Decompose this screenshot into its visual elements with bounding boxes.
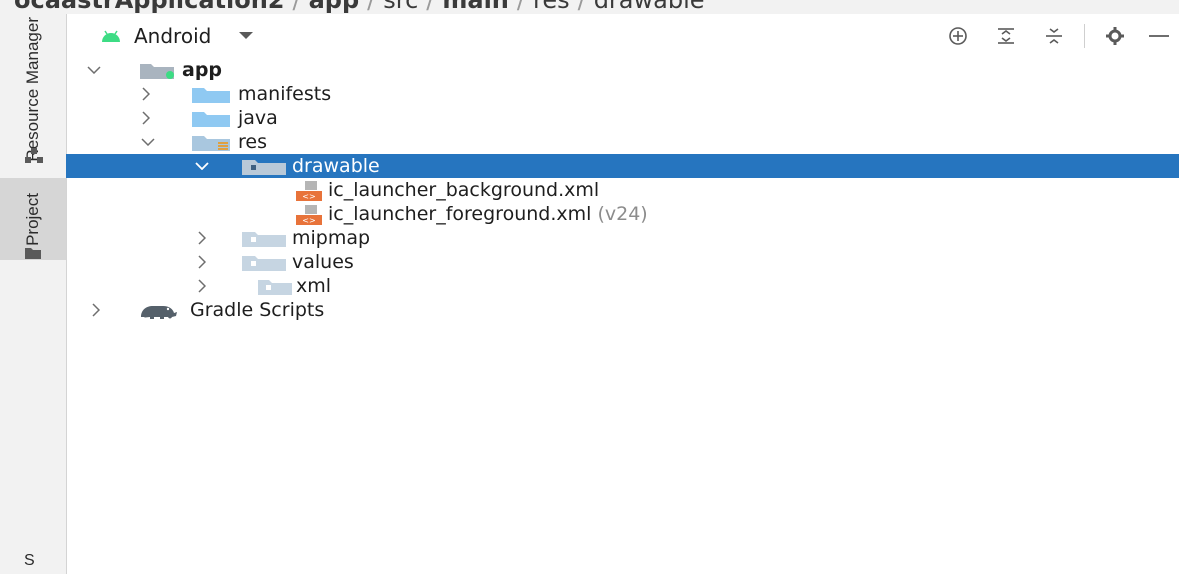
gear-icon: [1106, 27, 1124, 45]
view-selector-label: Android: [134, 24, 212, 48]
tree-node-gradle-scripts[interactable]: Gradle Scripts: [66, 298, 1179, 322]
tree-node-manifests[interactable]: manifests: [66, 82, 1179, 106]
expand-all-icon: [998, 28, 1014, 44]
tree-node-drawable[interactable]: drawable: [66, 154, 1179, 178]
resource-folder-icon: [192, 136, 230, 151]
chevron-right-icon[interactable]: [194, 226, 210, 250]
tool-window-strip: Resource Manager Project: [0, 14, 67, 574]
folder-icon: [242, 160, 286, 175]
folder-icon: [258, 280, 292, 295]
chevron-right-icon[interactable]: [138, 82, 154, 106]
file-name: ic_launcher_foreground.xml: [328, 203, 592, 225]
tree-node-app[interactable]: app: [66, 58, 1179, 82]
select-opened-file-button[interactable]: [934, 14, 982, 58]
tree-node-xml[interactable]: xml: [66, 274, 1179, 298]
hide-button[interactable]: [1139, 14, 1179, 58]
folder-icon: [242, 256, 286, 271]
folder-icon: [242, 232, 286, 247]
xml-file-icon: <>: [296, 181, 322, 201]
tree-label-manifests: manifests: [238, 83, 332, 105]
breadcrumb-app[interactable]: app: [309, 0, 360, 14]
chevron-down-icon[interactable]: [86, 58, 102, 82]
gradle-elephant-icon: [141, 306, 177, 319]
tree-label-values: values: [292, 251, 354, 273]
bottom-tool-tab[interactable]: S: [24, 552, 35, 570]
resource-manager-tab[interactable]: Resource Manager: [0, 17, 66, 162]
breadcrumb-src[interactable]: src: [383, 0, 418, 14]
tree-label-app: app: [182, 59, 223, 81]
xml-file-icon: <>: [296, 205, 322, 225]
tree-label-gradle-scripts: Gradle Scripts: [190, 299, 325, 321]
expand-all-button[interactable]: [982, 14, 1030, 58]
tree-node-res[interactable]: res: [66, 130, 1179, 154]
project-label: Project: [23, 192, 42, 246]
options-button[interactable]: [1091, 14, 1139, 58]
folder-icon: [192, 88, 230, 103]
tree-label-java: java: [238, 107, 278, 129]
tree-node-values[interactable]: values: [66, 250, 1179, 274]
project-tree: app manifests java res drawable <> ic_la…: [66, 58, 1179, 322]
collapse-all-button[interactable]: [1030, 14, 1078, 58]
collapse-all-icon: [1046, 28, 1062, 44]
folder-icon: [192, 112, 230, 127]
tree-label-xml: xml: [296, 275, 332, 297]
tree-label-res: res: [238, 131, 267, 153]
breadcrumb-drawable[interactable]: drawable: [594, 0, 705, 14]
tree-label-drawable: drawable: [292, 155, 380, 177]
tree-node-java[interactable]: java: [66, 106, 1179, 130]
breadcrumb-res[interactable]: res: [533, 0, 570, 14]
resource-manager-label: Resource Manager: [23, 16, 42, 162]
tree-node-file[interactable]: <> ic_launcher_background.xml: [66, 178, 1179, 202]
module-folder-icon: [140, 64, 174, 79]
chevron-right-icon[interactable]: [138, 106, 154, 130]
tree-node-mipmap[interactable]: mipmap: [66, 226, 1179, 250]
project-folder-icon: [25, 248, 41, 259]
minimize-icon: [1149, 35, 1169, 37]
tree-label-file: ic_launcher_foreground.xml (v24): [328, 202, 648, 226]
resource-manager-icon: [25, 148, 43, 163]
breadcrumb-project[interactable]: ocaastrApplication2: [14, 0, 284, 14]
tree-label-mipmap: mipmap: [292, 227, 371, 249]
chevron-down-icon[interactable]: [194, 154, 210, 178]
chevron-right-icon[interactable]: [194, 274, 210, 298]
breadcrumb-main[interactable]: main: [442, 0, 509, 14]
chevron-down-icon: [239, 32, 254, 39]
svg-text:<>: <>: [302, 192, 315, 201]
chevron-down-icon[interactable]: [140, 130, 156, 154]
view-selector[interactable]: Android: [66, 24, 254, 48]
tree-node-file[interactable]: <> ic_launcher_foreground.xml (v24): [66, 202, 1179, 226]
crosshair-icon: [949, 27, 967, 45]
chevron-right-icon[interactable]: [194, 250, 210, 274]
toolbar-divider: [1084, 24, 1085, 48]
svg-text:<>: <>: [302, 216, 315, 225]
project-toolbar: Android: [66, 14, 1179, 58]
tree-label-file: ic_launcher_background.xml: [328, 179, 600, 201]
android-icon: [102, 30, 120, 42]
qualifier-suffix: (v24): [597, 203, 648, 225]
breadcrumb: ocaastrApplication2/app / src / main / res / dra…: [0, 0, 1179, 14]
chevron-right-icon[interactable]: [88, 298, 104, 322]
